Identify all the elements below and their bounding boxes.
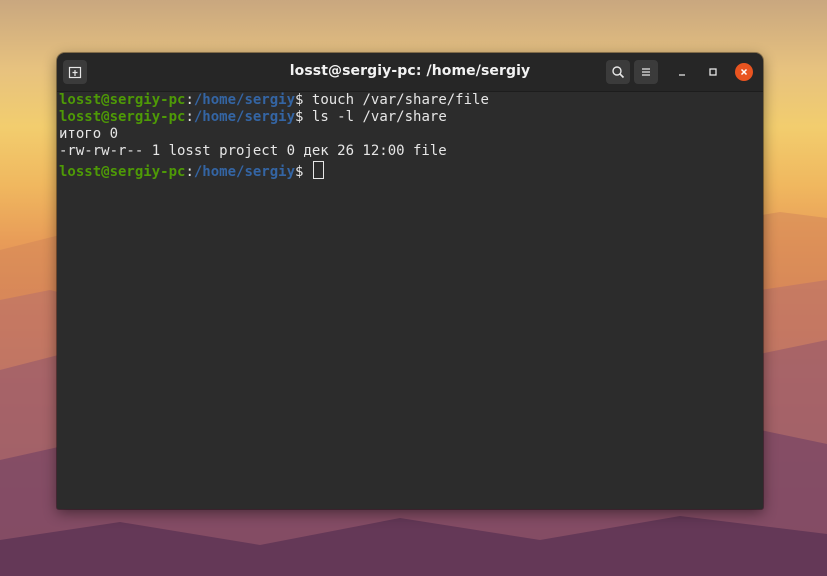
terminal-line: losst@sergiy-pc:/home/sergiy$ touch /var… xyxy=(59,92,489,109)
maximize-icon xyxy=(709,68,717,76)
prompt-symbol: $ xyxy=(295,164,312,180)
terminal-line: losst@sergiy-pc:/home/sergiy$ ls -l /var… xyxy=(59,109,447,126)
prompt-user: losst@sergiy-pc xyxy=(59,92,186,108)
terminal-output[interactable]: losst@sergiy-pc:/home/sergiy$ touch /var… xyxy=(57,92,763,509)
output-line: -rw-rw-r-- 1 losst project 0 дек 26 12:0… xyxy=(59,143,447,159)
maximize-button[interactable] xyxy=(704,63,722,81)
prompt-path: /home/sergiy xyxy=(193,92,296,108)
minimize-button[interactable] xyxy=(673,63,691,81)
prompt-symbol: $ xyxy=(295,109,312,125)
prompt-separator: : xyxy=(185,92,194,108)
menu-button[interactable] xyxy=(634,60,658,84)
terminal-line[interactable]: losst@sergiy-pc:/home/sergiy$ xyxy=(59,161,324,180)
prompt-user: losst@sergiy-pc xyxy=(59,109,186,125)
close-button[interactable] xyxy=(735,63,753,81)
search-button[interactable] xyxy=(606,60,630,84)
search-icon xyxy=(612,66,625,79)
prompt-path: /home/sergiy xyxy=(193,109,296,125)
prompt-separator: : xyxy=(185,164,194,180)
prompt-separator: : xyxy=(185,109,194,125)
command-text: ls -l /var/share xyxy=(311,109,447,125)
hamburger-menu-icon xyxy=(642,68,650,76)
prompt-symbol: $ xyxy=(295,92,312,108)
terminal-window[interactable]: losst@sergiy-pc: /home/sergiy losst@serg… xyxy=(57,53,763,509)
minimize-icon xyxy=(679,74,685,76)
text-cursor xyxy=(312,161,324,179)
command-text: touch /var/share/file xyxy=(311,92,489,108)
prompt-user: losst@sergiy-pc xyxy=(59,164,186,180)
output-line: итого 0 xyxy=(59,126,119,142)
titlebar[interactable]: losst@sergiy-pc: /home/sergiy xyxy=(57,53,763,92)
close-icon xyxy=(740,68,748,76)
prompt-path: /home/sergiy xyxy=(193,164,296,180)
